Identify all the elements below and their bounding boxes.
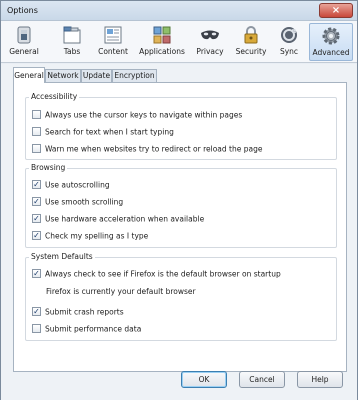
cursor-keys-label: Always use the cursor keys to navigate w… — [45, 110, 243, 120]
smooth-scrolling-label: Use smooth scrolling — [45, 197, 124, 207]
search-typing-label: Search for text when I start typing — [45, 127, 174, 137]
switch-icon — [17, 26, 31, 44]
autoscrolling-checkbox[interactable]: ✓ — [32, 179, 41, 189]
default-browser-option[interactable]: ✓ Always check to see if Firefox is the d… — [32, 268, 281, 280]
crash-reports-option[interactable]: ✓ Submit crash reports — [32, 306, 124, 318]
privacy-mask-icon — [201, 30, 219, 40]
lock-icon — [244, 26, 258, 44]
general-tab-panel: Accessibility Always use the cursor keys… — [13, 82, 347, 372]
crash-reports-label: Submit crash reports — [45, 307, 124, 317]
performance-data-checkbox[interactable] — [32, 323, 41, 333]
hardware-acceleration-option[interactable]: ✓ Use hardware acceleration when availabl… — [32, 213, 204, 225]
pane-sync-label: Sync — [279, 47, 299, 56]
performance-data-option[interactable]: Submit performance data — [32, 323, 141, 335]
smooth-scrolling-checkbox[interactable]: ✓ — [32, 196, 41, 206]
smooth-scrolling-option[interactable]: ✓ Use smooth scrolling — [32, 196, 123, 208]
close-button[interactable]: × — [319, 3, 353, 18]
default-browser-status: Firefox is currently your default browse… — [46, 287, 196, 296]
default-browser-label: Always check to see if Firefox is the de… — [45, 269, 281, 279]
accessibility-group: Accessibility Always use the cursor keys… — [25, 92, 337, 160]
pane-sync[interactable]: Sync — [273, 23, 305, 61]
warn-redirect-checkbox[interactable] — [32, 143, 41, 153]
help-button[interactable]: Help — [297, 371, 343, 388]
warn-redirect-label: Warn me when websites try to redirect or… — [45, 144, 263, 154]
ok-button[interactable]: OK — [181, 371, 227, 388]
pane-tabs-label: Tabs — [63, 47, 81, 56]
pane-privacy-label: Privacy — [196, 47, 224, 56]
browsing-legend: Browsing — [29, 163, 68, 172]
pane-general[interactable]: General — [7, 23, 41, 61]
tabs-icon — [63, 26, 81, 44]
accessibility-legend: Accessibility — [29, 92, 80, 101]
crash-reports-checkbox[interactable]: ✓ — [32, 306, 41, 316]
window-title: Options — [7, 6, 38, 15]
options-dialog: Options × General Tabs Content Applicati… — [0, 0, 358, 400]
spell-check-label: Check my spelling as I type — [45, 231, 149, 241]
pane-security[interactable]: Security — [233, 23, 269, 61]
pane-advanced[interactable]: Advanced — [309, 23, 353, 61]
hardware-acceleration-label: Use hardware acceleration when available — [45, 214, 205, 224]
autoscrolling-label: Use autoscrolling — [45, 180, 110, 190]
gear-icon — [322, 27, 340, 45]
tab-update[interactable]: Update — [81, 69, 112, 82]
tab-general[interactable]: General — [13, 67, 45, 83]
preferences-toolbar: General Tabs Content Applications Privac… — [1, 21, 357, 63]
pane-applications-label: Applications — [139, 47, 185, 56]
pane-advanced-label: Advanced — [312, 48, 350, 57]
search-typing-option[interactable]: Search for text when I start typing — [32, 126, 174, 138]
cursor-keys-option[interactable]: Always use the cursor keys to navigate w… — [32, 109, 242, 121]
autoscrolling-option[interactable]: ✓ Use autoscrolling — [32, 179, 110, 191]
pane-security-label: Security — [235, 47, 267, 56]
tab-encryption[interactable]: Encryption — [112, 69, 157, 82]
title-bar[interactable]: Options × — [1, 1, 357, 21]
browsing-group: Browsing ✓ Use autoscrolling ✓ Use smooth … — [25, 163, 337, 248]
content-icon — [104, 26, 122, 44]
warn-redirect-option[interactable]: Warn me when websites try to redirect or… — [32, 143, 262, 155]
pane-content[interactable]: Content — [95, 23, 131, 61]
pane-applications[interactable]: Applications — [137, 23, 187, 61]
sync-icon — [281, 27, 297, 43]
system-defaults-legend: System Defaults — [29, 252, 95, 261]
cursor-keys-checkbox[interactable] — [32, 109, 41, 119]
search-typing-checkbox[interactable] — [32, 126, 41, 136]
spell-check-checkbox[interactable]: ✓ — [32, 230, 41, 240]
performance-data-label: Submit performance data — [45, 324, 142, 334]
cancel-button[interactable]: Cancel — [239, 371, 285, 388]
pane-tabs[interactable]: Tabs — [55, 23, 89, 61]
tab-network[interactable]: Network — [45, 69, 81, 82]
advanced-panel: General Network Update Encryption Access… — [1, 64, 357, 400]
pane-content-label: Content — [98, 47, 128, 56]
spell-check-option[interactable]: ✓ Check my spelling as I type — [32, 230, 148, 242]
system-defaults-group: System Defaults ✓ Always check to see if … — [25, 252, 337, 341]
applications-icon — [153, 26, 171, 44]
default-browser-checkbox[interactable]: ✓ — [32, 268, 41, 278]
hardware-acceleration-checkbox[interactable]: ✓ — [32, 213, 41, 223]
pane-privacy[interactable]: Privacy — [193, 23, 227, 61]
pane-general-label: General — [9, 47, 39, 56]
